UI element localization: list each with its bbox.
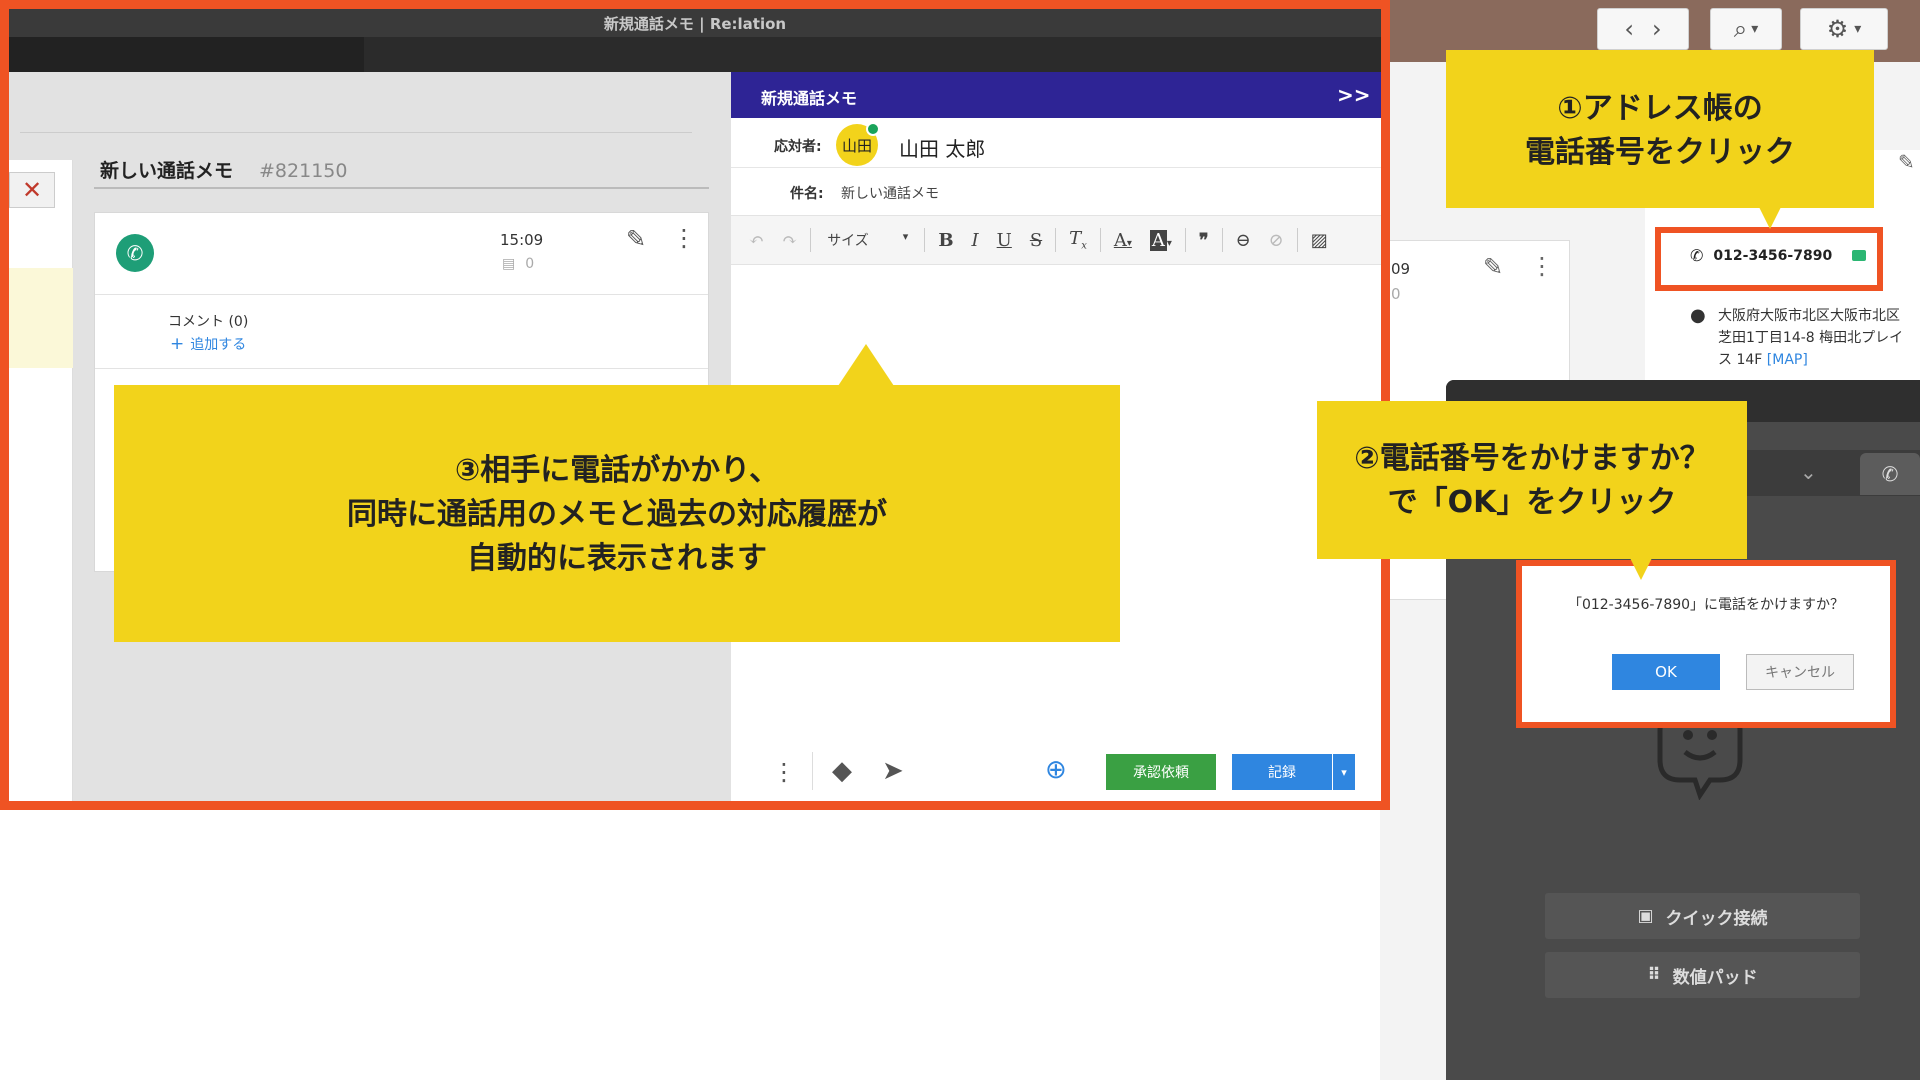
sms-icon[interactable]	[1852, 250, 1867, 261]
cancel-button[interactable]: キャンセル	[1746, 654, 1854, 690]
phone-number[interactable]: 012-3456-7890	[1713, 248, 1832, 264]
callout-step-1-pointer	[1759, 207, 1781, 229]
callout-step-3-line-3: 自動的に表示されます	[467, 541, 767, 576]
chevron-down-icon: ▾	[1751, 21, 1759, 37]
more-icon[interactable]: ⋮	[1530, 252, 1554, 280]
search-menu-button[interactable]: ⌕ ▾	[1710, 8, 1782, 50]
address-line-1: 大阪府大阪市北区大阪市北区	[1718, 308, 1900, 324]
chevron-right-icon: ›	[1652, 15, 1662, 43]
history-card-count: 0	[1391, 285, 1401, 303]
settings-menu-button[interactable]: ⚙ ▾	[1800, 8, 1888, 50]
numpad-icon: ⠿	[1647, 965, 1661, 985]
confirm-dialog-message: 「012-3456-7890」に電話をかけますか？	[1567, 597, 1845, 613]
callout-step-2: ②電話番号をかけますか？ で「OK」をクリック	[1317, 401, 1747, 559]
chevron-down-icon: ▾	[1854, 21, 1862, 37]
callout-step-2-pointer	[1630, 558, 1652, 580]
address-line-2: 芝田1丁目14-8 梅田北プレイ	[1718, 330, 1904, 346]
callout-step-3: ③相手に電話がかかり、 同時に通話用のメモと過去の対応履歴が 自動的に表示されま…	[114, 385, 1120, 642]
quick-connect-button[interactable]: ▣ クイック接続	[1545, 893, 1860, 939]
edit-icon[interactable]: ✎	[1483, 253, 1503, 281]
callout-step-3-line-2: 同時に通話用のメモと過去の対応履歴が	[347, 497, 887, 532]
back-button[interactable]: ‹ ›	[1597, 8, 1689, 50]
confirm-dialog-highlight	[1516, 560, 1896, 728]
callout-step-3-pointer	[838, 344, 894, 386]
address-text: 大阪府大阪市北区大阪市北区 芝田1丁目14-8 梅田北プレイ ス 14F [MA…	[1718, 305, 1903, 371]
phone-icon: ✆	[1690, 246, 1704, 265]
callout-step-1-line-2: 電話番号をクリック	[1525, 135, 1795, 170]
callout-step-3-line-1: ③相手に電話がかかり、	[454, 453, 780, 488]
chevron-left-icon: ‹	[1624, 15, 1634, 43]
quick-connect-label: クイック接続	[1665, 908, 1768, 929]
callout-step-1: ①アドレス帳の 電話番号をクリック	[1446, 50, 1874, 208]
history-card-time: 09	[1391, 260, 1411, 278]
gear-icon: ⚙	[1826, 15, 1849, 43]
chevron-down-icon[interactable]: ⌄	[1800, 460, 1817, 484]
phone-icon: ✆	[1881, 462, 1899, 486]
callout-step-1-line-1: ①アドレス帳の	[1557, 91, 1763, 126]
numpad-label: 数値パッド	[1672, 967, 1758, 988]
edit-icon[interactable]: ✎	[1898, 150, 1915, 174]
address-line-3: ス 14F	[1718, 352, 1763, 368]
map-link[interactable]: [MAP]	[1767, 352, 1808, 368]
location-icon: ●	[1690, 305, 1706, 326]
numpad-button[interactable]: ⠿ 数値パッド	[1545, 952, 1860, 998]
callout-step-2-line-1: ②電話番号をかけますか？	[1354, 441, 1710, 476]
callout-step-2-line-2: で「OK」をクリック	[1387, 485, 1677, 520]
search-icon: ⌕	[1733, 15, 1748, 43]
ok-button[interactable]: OK	[1612, 654, 1720, 690]
phone-number-link[interactable]: ✆ 012-3456-7890	[1690, 246, 1867, 265]
contacts-icon: ▣	[1637, 906, 1654, 926]
phone-tab-button[interactable]: ✆	[1860, 453, 1920, 495]
